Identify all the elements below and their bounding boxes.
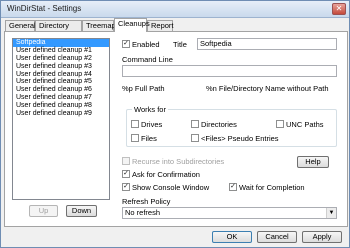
recurse-checkbox[interactable] <box>122 157 130 165</box>
name-without-path-hint: %n File/Directory Name without Path <box>206 84 329 93</box>
ask-confirmation-label: Ask for Confirmation <box>132 170 200 179</box>
list-item[interactable]: User defined cleanup #3 <box>13 63 109 71</box>
cleanup-list[interactable]: Softpedia User defined cleanup #1 User d… <box>12 38 110 200</box>
settings-window: WinDirStat - Settings ✕ General Director… <box>0 0 350 248</box>
list-item[interactable]: User defined cleanup #9 <box>13 110 109 118</box>
title-bar: WinDirStat - Settings ✕ <box>1 1 349 18</box>
list-item[interactable]: User defined cleanup #7 <box>13 94 109 102</box>
refresh-policy-label: Refresh Policy <box>122 197 171 206</box>
enabled-checkbox[interactable]: ✓ <box>122 40 130 48</box>
enabled-label: Enabled <box>132 40 160 49</box>
drives-label: Drives <box>141 120 163 129</box>
refresh-policy-dropdown[interactable]: No refresh ▼ <box>122 207 337 219</box>
help-button[interactable]: Help <box>297 156 329 168</box>
cancel-button[interactable]: Cancel <box>257 231 297 243</box>
tab-report[interactable]: Report <box>147 20 174 31</box>
wait-completion-checkbox[interactable]: ✓ <box>229 183 237 191</box>
tab-general[interactable]: General <box>5 20 36 31</box>
refresh-policy-value: No refresh <box>125 208 161 217</box>
tab-strip: General Directory List Treemap Cleanups … <box>4 18 348 40</box>
drives-checkbox[interactable] <box>131 120 139 128</box>
list-item[interactable]: User defined cleanup #5 <box>13 78 109 86</box>
title-input[interactable]: Softpedia <box>197 38 337 50</box>
down-button[interactable]: Down <box>66 205 97 217</box>
directories-label: Directories <box>201 120 237 129</box>
files-checkbox[interactable] <box>131 134 139 142</box>
close-icon[interactable]: ✕ <box>332 3 346 15</box>
list-item[interactable]: User defined cleanup #1 <box>13 47 109 55</box>
files-label: Files <box>141 134 157 143</box>
title-label: Title <box>173 40 187 49</box>
directories-checkbox[interactable] <box>191 120 199 128</box>
recurse-label: Recurse into Subdirectories <box>132 157 225 166</box>
command-line-input[interactable] <box>122 65 337 77</box>
tab-treemap[interactable]: Treemap <box>82 20 116 31</box>
wait-completion-label: Wait for Completion <box>239 183 305 192</box>
apply-button[interactable]: Apply <box>302 231 342 243</box>
tab-cleanups[interactable]: Cleanups <box>114 18 150 32</box>
window-title: WinDirStat - Settings <box>7 4 82 13</box>
list-item[interactable]: User defined cleanup #8 <box>13 102 109 110</box>
pseudo-entries-checkbox[interactable] <box>191 134 199 142</box>
ask-confirmation-checkbox[interactable]: ✓ <box>122 170 130 178</box>
up-button[interactable]: Up <box>29 205 58 217</box>
chevron-down-icon[interactable]: ▼ <box>326 208 336 218</box>
unc-paths-checkbox[interactable] <box>276 120 284 128</box>
command-line-label: Command Line <box>122 55 173 64</box>
list-item[interactable]: User defined cleanup #2 <box>13 55 109 63</box>
tab-directory-list[interactable]: Directory List <box>35 20 82 40</box>
works-for-title: Works for <box>132 105 168 114</box>
show-console-label: Show Console Window <box>132 183 210 192</box>
list-item[interactable]: Softpedia <box>13 39 109 47</box>
show-console-checkbox[interactable]: ✓ <box>122 183 130 191</box>
full-path-hint: %p Full Path <box>122 84 165 93</box>
ok-button[interactable]: OK <box>212 231 252 243</box>
list-item[interactable]: User defined cleanup #4 <box>13 71 109 79</box>
pseudo-entries-label: <Files> Pseudo Entries <box>201 134 279 143</box>
list-item[interactable]: User defined cleanup #6 <box>13 86 109 94</box>
unc-paths-label: UNC Paths <box>286 120 324 129</box>
